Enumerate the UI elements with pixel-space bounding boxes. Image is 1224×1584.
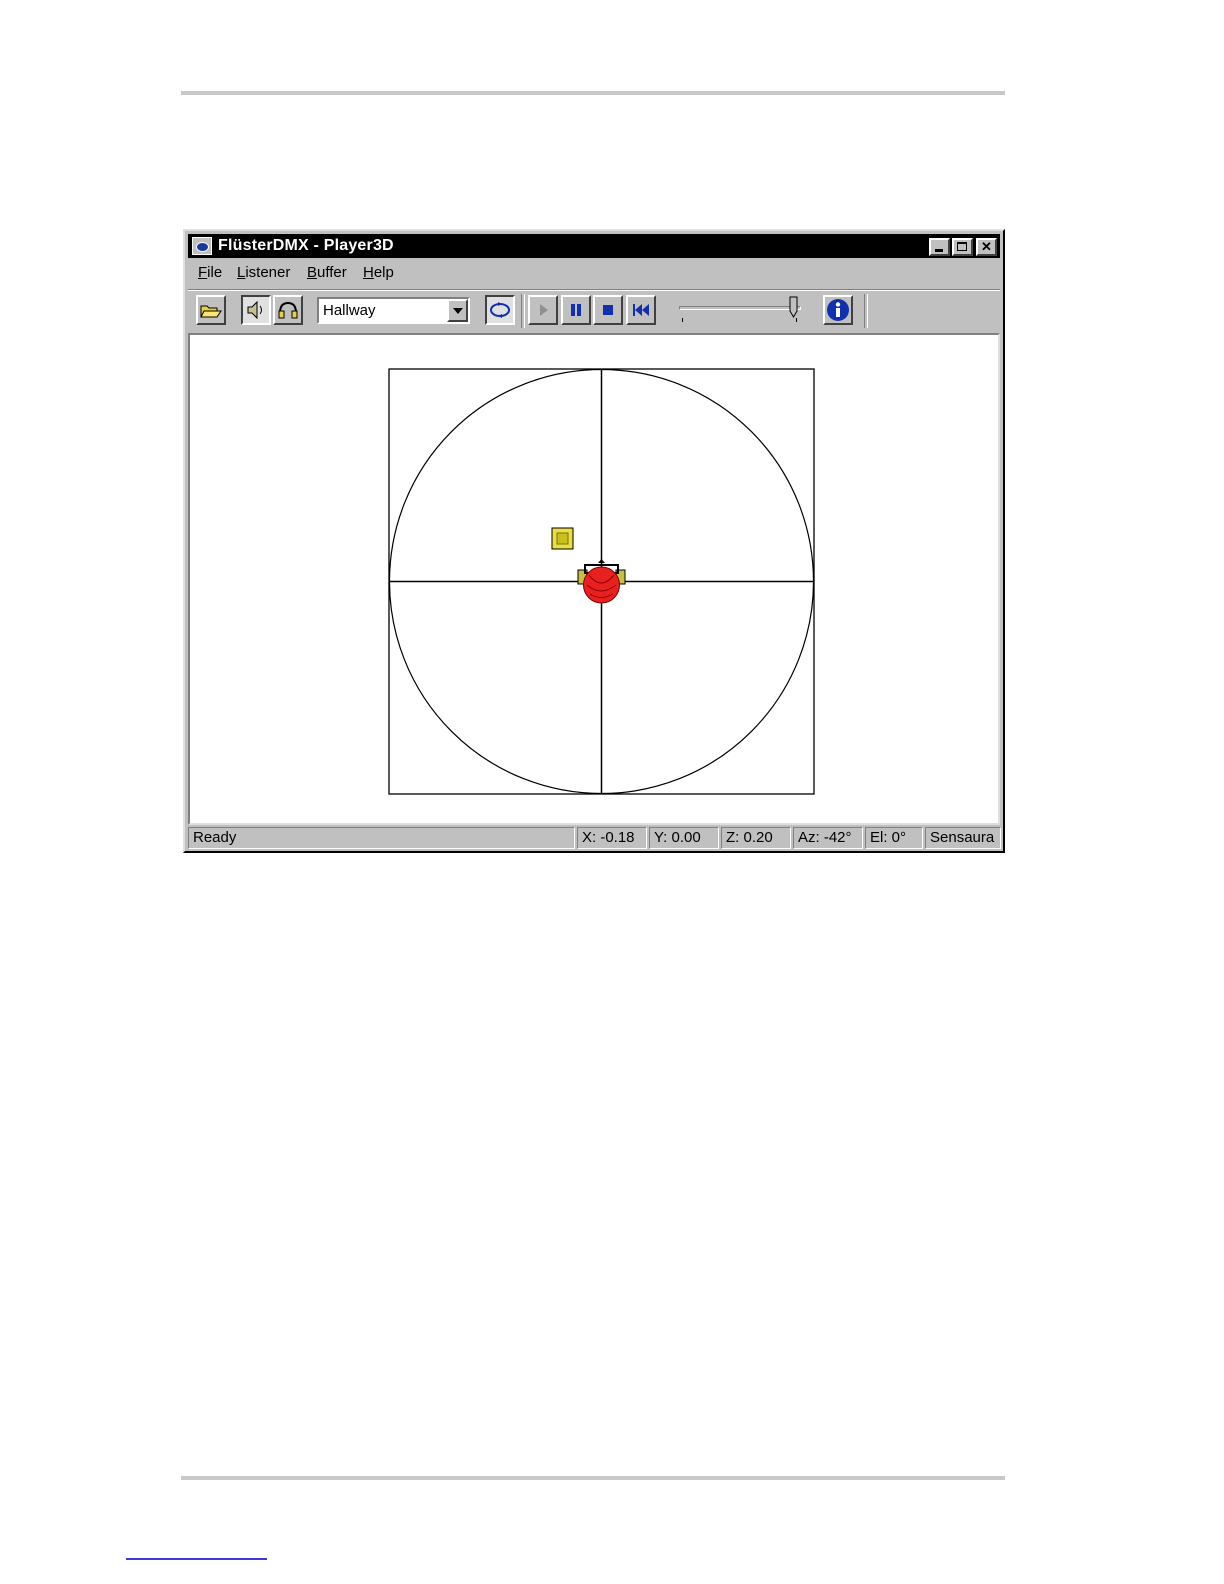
toolbar-separator — [521, 294, 525, 328]
rewind-icon — [633, 304, 649, 316]
info-icon — [827, 299, 849, 321]
stop-icon — [603, 305, 613, 315]
rewind-button[interactable] — [626, 295, 656, 325]
player3d-window: FlüsterDMX - Player3D ✕ File Listener Bu… — [183, 229, 1005, 853]
scene-canvas[interactable] — [190, 335, 998, 823]
toolbar-separator — [864, 294, 868, 328]
footer-link-underline — [126, 1558, 267, 1560]
environment-select-value: Hallway — [323, 302, 376, 319]
listener-head-icon[interactable] — [577, 559, 626, 604]
maximize-button[interactable] — [952, 238, 973, 256]
menu-listener-label: Listener — [237, 264, 291, 281]
open-folder-icon — [200, 305, 222, 318]
maximize-icon — [957, 242, 967, 251]
volume-slider-thumb[interactable] — [789, 296, 798, 318]
pause-button[interactable] — [561, 295, 591, 325]
about-button[interactable] — [823, 295, 853, 325]
status-engine: Sensaura — [925, 827, 1001, 849]
close-button[interactable]: ✕ — [976, 238, 997, 256]
status-z: Z: 0.20 — [721, 827, 791, 849]
open-button[interactable] — [196, 295, 226, 325]
slider-tick — [682, 318, 683, 322]
status-x: X: -0.18 — [577, 827, 647, 849]
title-bar[interactable]: FlüsterDMX - Player3D ✕ — [188, 234, 1000, 258]
speakers-mode-button[interactable] — [241, 295, 271, 325]
status-y: Y: 0.00 — [649, 827, 719, 849]
speaker-icon — [247, 300, 262, 320]
stop-button[interactable] — [593, 295, 623, 325]
loop-button[interactable] — [485, 295, 515, 325]
menu-file[interactable]: File — [198, 264, 222, 281]
play-button[interactable] — [528, 295, 558, 325]
menu-file-label: File — [198, 264, 223, 281]
toolbar: Hallway — [188, 289, 1000, 334]
window-title: FlüsterDMX - Player3D — [218, 237, 394, 254]
pause-icon — [571, 304, 581, 316]
close-icon: ✕ — [981, 239, 992, 254]
status-message: Ready — [188, 827, 575, 849]
status-azimuth: Az: -42° — [793, 827, 863, 849]
menu-help-label: Help — [363, 264, 394, 281]
menu-bar: File Listener Buffer Help — [188, 260, 1000, 286]
menu-buffer-label: Buffer — [307, 264, 347, 281]
scene-view[interactable] — [188, 333, 1000, 825]
sound-source-marker[interactable] — [551, 527, 574, 550]
slider-tick — [796, 318, 797, 322]
chevron-down-icon[interactable] — [447, 299, 468, 322]
app-icon[interactable] — [192, 237, 212, 255]
volume-slider[interactable] — [679, 306, 801, 310]
menu-help[interactable]: Help — [363, 264, 394, 281]
menu-listener[interactable]: Listener — [237, 264, 290, 281]
page-header-rule — [181, 91, 1005, 95]
minimize-icon — [935, 249, 943, 252]
minimize-button[interactable] — [929, 238, 950, 256]
headphones-mode-button[interactable] — [273, 295, 303, 325]
menu-buffer[interactable]: Buffer — [307, 264, 347, 281]
loop-icon — [490, 302, 510, 318]
status-elevation: El: 0° — [865, 827, 923, 849]
status-bar: Ready X: -0.18 Y: 0.00 Z: 0.20 Az: -42° … — [188, 827, 1001, 849]
environment-select[interactable]: Hallway — [317, 297, 470, 324]
play-icon — [540, 304, 548, 316]
headphones-icon — [278, 301, 298, 319]
page-footer-rule — [181, 1476, 1005, 1480]
